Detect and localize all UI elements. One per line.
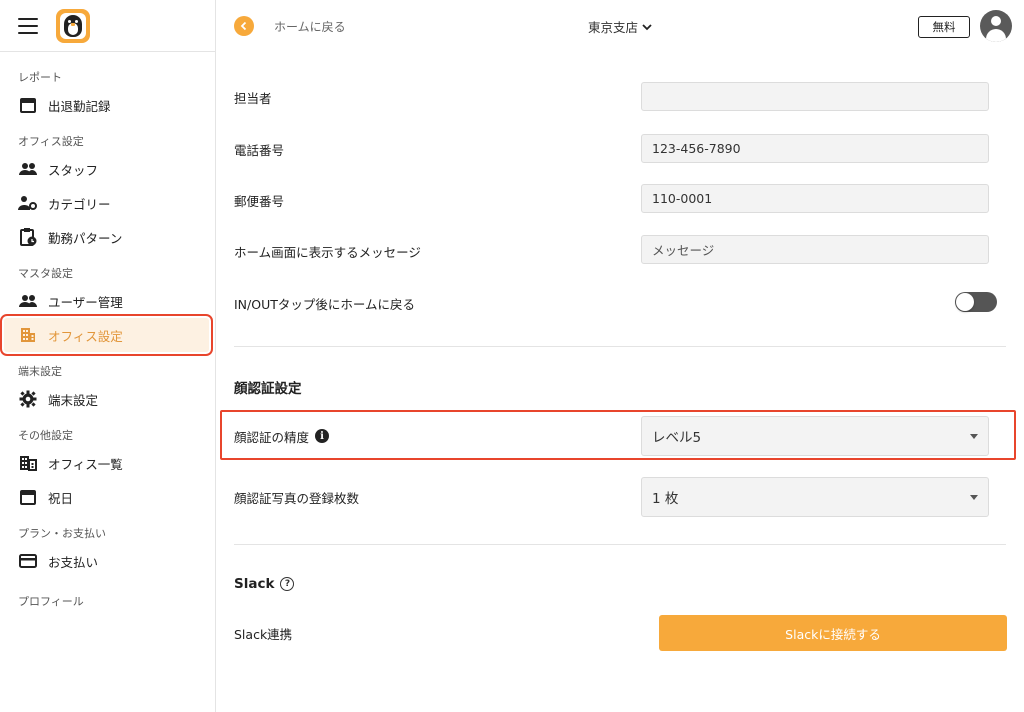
back-to-home-link[interactable]: ホームに戻る [274, 18, 346, 35]
people-icon [18, 291, 38, 311]
sidebar-section-title: プラン・お支払い [18, 527, 106, 540]
phone-field[interactable]: 123-456-7890 [641, 134, 989, 163]
slack-title: Slack [234, 576, 275, 592]
sidebar-item-staff[interactable]: スタッフ [0, 152, 215, 186]
gear-icon [18, 389, 38, 409]
divider [234, 544, 1006, 545]
sidebar-item-label: スタッフ [48, 162, 99, 178]
clipboard-clock-icon [18, 227, 38, 247]
face-accuracy-label: 顔認証の精度 [234, 429, 310, 445]
sidebar-item-category[interactable]: カテゴリー [0, 186, 215, 220]
face-section-title: 顔認証設定 [234, 381, 302, 397]
sidebar-item-attendance[interactable]: 出退勤記録 [0, 88, 215, 122]
avatar[interactable] [980, 10, 1012, 42]
slack-integration-label: Slack連携 [234, 626, 293, 642]
slack-connect-button[interactable]: Slackに接続する [659, 615, 1007, 651]
chevron-down-icon [642, 23, 652, 30]
help-icon[interactable]: ? [280, 577, 295, 591]
plan-badge-button[interactable]: 無料 [918, 16, 970, 38]
people-icon [18, 159, 38, 179]
sidebar-item-payment[interactable]: お支払い [0, 544, 215, 578]
return-home-label: IN/OUTタップ後にホームに戻る [234, 296, 415, 312]
user-settings-icon [18, 193, 38, 213]
sidebar-item-office-settings[interactable]: オフィス設定 [0, 314, 213, 356]
credit-card-icon [18, 551, 38, 571]
sidebar-item-label: ユーザー管理 [48, 294, 123, 310]
photo-count-label: 顔認証写真の登録枚数 [234, 490, 360, 506]
return-home-row: IN/OUTタップ後にホームに戻る [234, 285, 1006, 321]
app-logo[interactable] [56, 8, 90, 43]
phone-label: 電話番号 [234, 142, 285, 158]
menu-icon[interactable] [18, 17, 38, 34]
sidebar-item-label: オフィス設定 [48, 328, 123, 344]
sidebar-item-device-settings[interactable]: 端末設定 [0, 382, 215, 416]
sidebar-header [0, 0, 215, 52]
return-home-toggle[interactable] [955, 292, 997, 312]
home-message-field[interactable]: メッセージ [641, 235, 989, 264]
sidebar-item-label: 端末設定 [48, 392, 99, 408]
branch-name: 東京支店 [588, 20, 639, 35]
sidebar-section-title: 端末設定 [18, 365, 62, 378]
branch-selector[interactable]: 東京支店 [588, 17, 652, 36]
info-icon[interactable]: i [315, 429, 330, 443]
sidebar-item-work-pattern[interactable]: 勤務パターン [0, 220, 215, 254]
sidebar-item-holidays[interactable]: 祝日 [0, 480, 215, 514]
sidebar: レポート 出退勤記録 オフィス設定 スタッフ カテゴリー 勤務パターン マスタ設… [0, 0, 216, 712]
staff-label: 担当者 [234, 90, 272, 106]
sidebar-section-title: その他設定 [18, 429, 73, 442]
calendar-icon [18, 487, 38, 507]
divider [234, 346, 1006, 347]
calendar-icon [18, 95, 38, 115]
slack-section-title: Slack ? [234, 576, 295, 592]
postal-label: 郵便番号 [234, 193, 285, 209]
photo-count-select[interactable]: 1 枚 [641, 477, 989, 517]
face-accuracy-select[interactable]: レベル5 [641, 416, 989, 456]
office-list-icon [18, 453, 38, 473]
postal-code-field[interactable]: 110-0001 [641, 184, 989, 213]
sidebar-section-title: マスタ設定 [18, 267, 73, 280]
sidebar-item-label: カテゴリー [48, 196, 111, 212]
photo-count-value: 1 枚 [652, 491, 679, 507]
face-accuracy-value: レベル5 [652, 430, 702, 446]
sidebar-item-office-list[interactable]: オフィス一覧 [0, 446, 215, 480]
sidebar-section-title: オフィス設定 [18, 135, 84, 148]
message-label: ホーム画面に表示するメッセージ [234, 244, 421, 260]
dropdown-caret-icon [970, 495, 978, 500]
building-icon [18, 325, 38, 345]
top-bar: ホームに戻る 東京支店 無料 [216, 0, 1024, 52]
back-icon[interactable] [234, 16, 254, 36]
sidebar-item-label: 祝日 [48, 490, 74, 506]
main-content: ホームに戻る 東京支店 無料 担当者 電話番号 123-456-7890 郵便番… [216, 0, 1024, 712]
sidebar-item-label: お支払い [48, 554, 99, 570]
sidebar-item-label: 勤務パターン [48, 230, 123, 246]
staff-field[interactable] [641, 82, 989, 111]
sidebar-item-label: 出退勤記録 [48, 98, 111, 114]
sidebar-item-user-management[interactable]: ユーザー管理 [0, 284, 215, 318]
sidebar-item-label: オフィス一覧 [48, 456, 123, 472]
sidebar-item-profile[interactable]: プロフィール [0, 590, 215, 612]
sidebar-section-title: レポート [18, 71, 62, 84]
dropdown-caret-icon [970, 434, 978, 439]
